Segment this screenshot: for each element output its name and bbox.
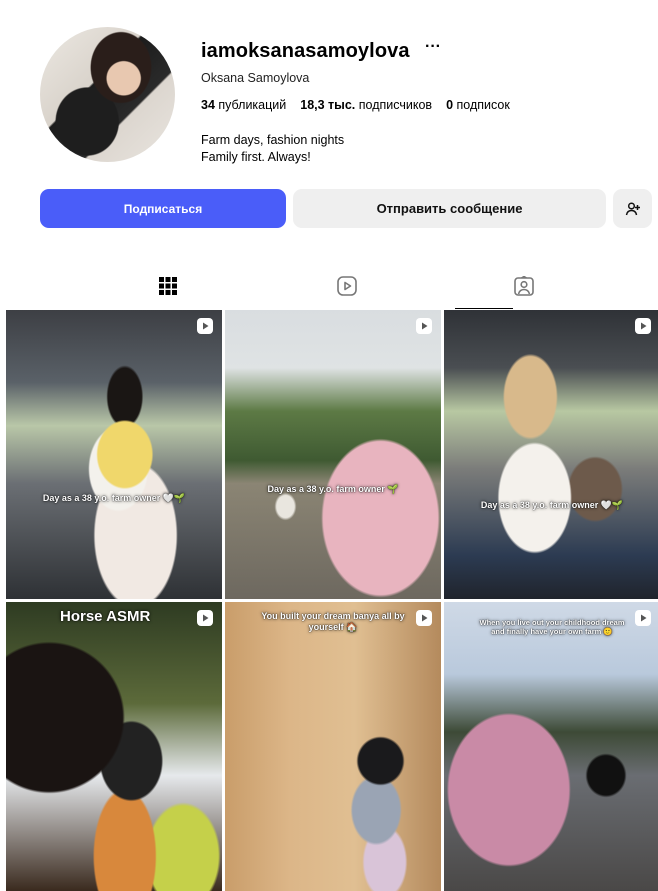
profile-avatar[interactable]	[40, 27, 175, 162]
post-thumbnail[interactable]: When you live out your childhood dream a…	[444, 602, 658, 891]
post-thumbnail[interactable]: Horse ASMR	[6, 602, 222, 891]
reel-icon	[416, 318, 432, 334]
followers-label: подписчиков	[358, 98, 433, 112]
suggest-users-button[interactable]	[613, 189, 652, 228]
profile-username: iamoksanasamoylova	[201, 40, 410, 62]
following-stat[interactable]: 0 подписок	[446, 98, 510, 112]
posts-grid: Day as a 38 y.o. farm owner 🤍🌱 Day as a …	[6, 310, 658, 891]
send-message-button[interactable]: Отправить сообщение	[293, 189, 606, 228]
reels-icon	[337, 276, 357, 296]
add-user-icon	[625, 201, 640, 215]
post-caption: Day as a 38 y.o. farm owner 🤍🌱	[42, 493, 186, 503]
post-thumbnail[interactable]: Day as a 38 y.o. farm owner 🤍🌱	[6, 310, 222, 599]
tab-tagged[interactable]	[464, 262, 584, 310]
posts-stat: 34 публикаций	[201, 98, 286, 112]
post-thumbnail[interactable]: You built your dream banya all by yourse…	[225, 602, 441, 891]
post-thumbnail[interactable]: Day as a 38 y.o. farm owner 🤍🌱	[444, 310, 658, 599]
post-caption: Day as a 38 y.o. farm owner 🌱	[267, 484, 399, 494]
more-options-icon[interactable]: ···	[425, 38, 441, 56]
post-caption: You built your dream banya all by yourse…	[261, 611, 405, 632]
post-caption: Horse ASMR	[60, 608, 151, 625]
followers-count: 18,3 тыс.	[300, 98, 356, 112]
grid-icon	[159, 277, 177, 295]
profile-stats: 34 публикаций 18,3 тыс. подписчиков 0 по…	[201, 98, 510, 112]
post-caption: Day as a 38 y.o. farm owner 🤍🌱	[480, 500, 624, 510]
follow-button[interactable]: Подписаться	[40, 189, 286, 228]
bio-line: Farm days, fashion nights	[201, 133, 345, 147]
following-label: подписок	[456, 98, 510, 112]
tab-reels[interactable]	[287, 262, 407, 310]
tagged-icon	[514, 276, 534, 296]
reel-icon	[635, 318, 651, 334]
profile-full-name: Oksana Samoylova	[201, 71, 310, 85]
active-tab-indicator	[455, 308, 513, 309]
posts-label: публикаций	[218, 98, 287, 112]
profile-bio: Farm days, fashion nights Family first. …	[201, 132, 344, 166]
post-thumbnail[interactable]: Day as a 38 y.o. farm owner 🌱	[225, 310, 441, 599]
tab-posts[interactable]	[108, 262, 228, 310]
bio-line: Family first. Always!	[201, 150, 311, 164]
posts-count: 34	[201, 98, 215, 112]
followers-stat[interactable]: 18,3 тыс. подписчиков	[300, 98, 432, 112]
following-count: 0	[446, 98, 454, 112]
post-caption: When you live out your childhood dream a…	[479, 618, 625, 636]
reel-icon	[197, 318, 213, 334]
profile-tabs	[0, 262, 658, 310]
